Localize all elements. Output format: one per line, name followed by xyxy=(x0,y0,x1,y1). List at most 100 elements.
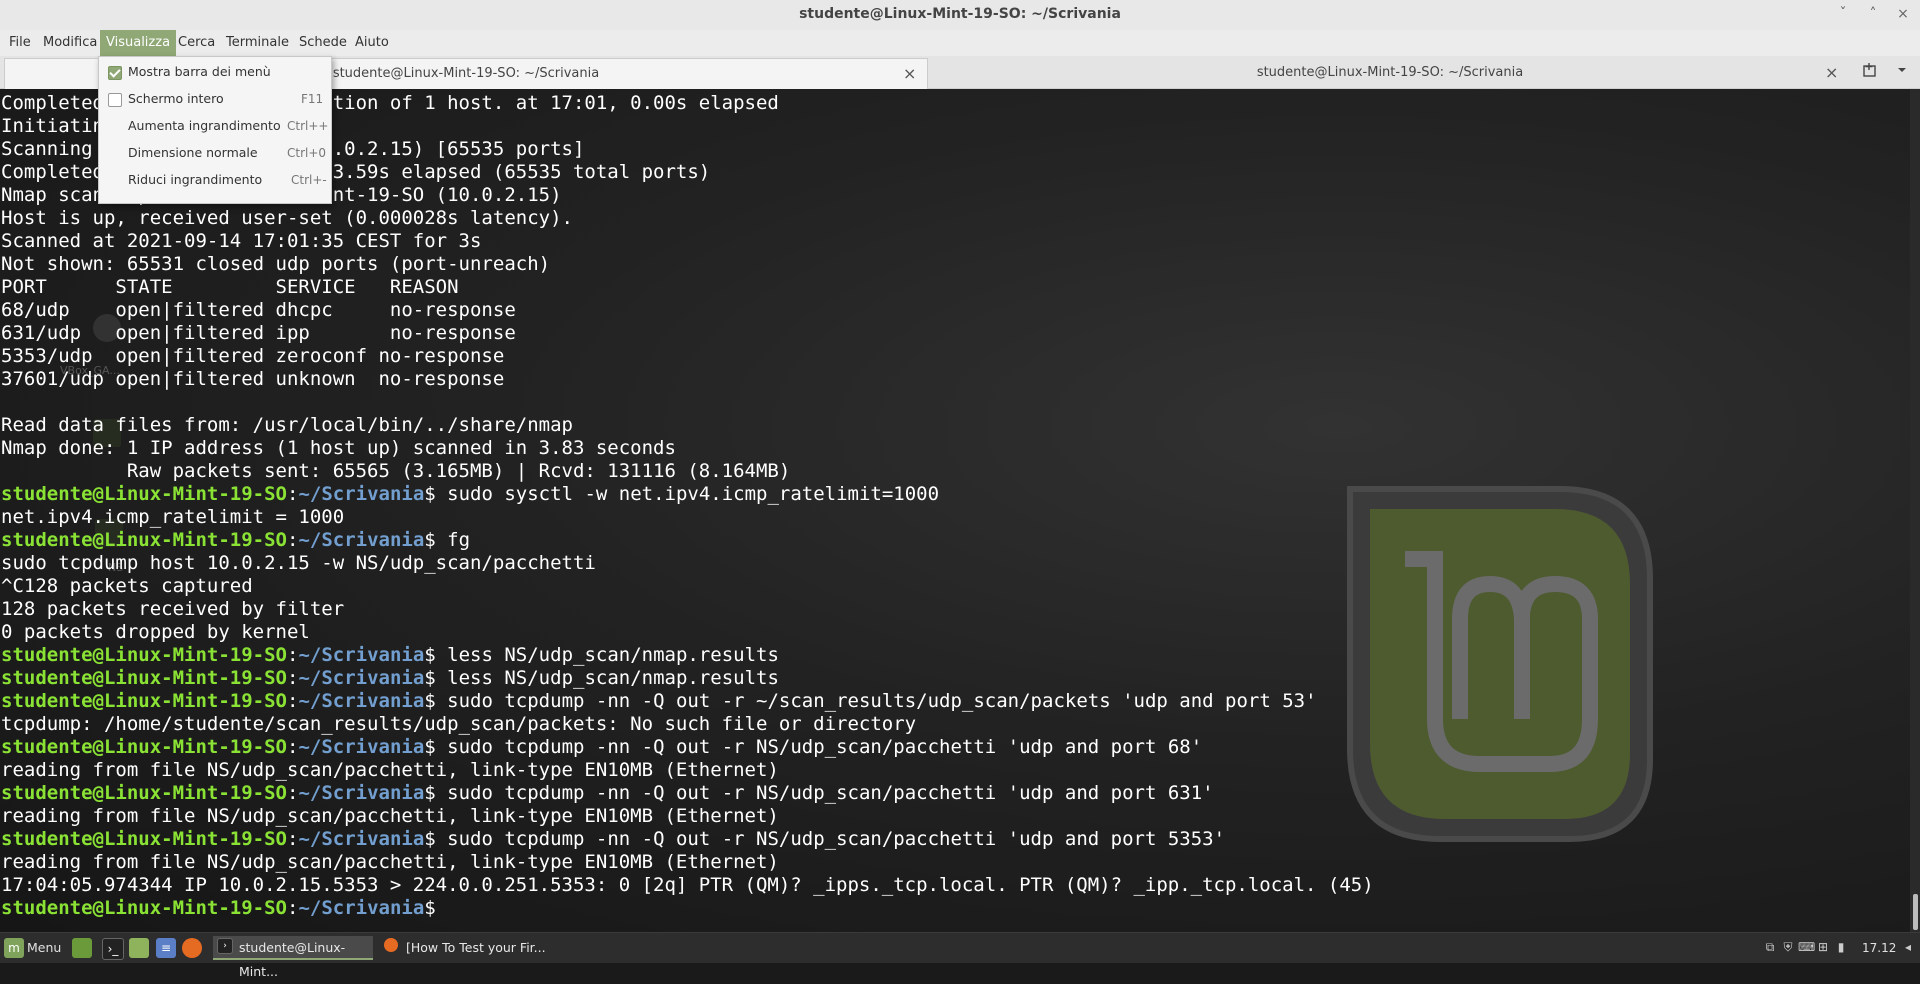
maximize-button[interactable]: ˄ xyxy=(1862,4,1884,24)
prompt-user: studente@Linux-Mint-19-SO xyxy=(1,690,287,712)
prompt-user: studente@Linux-Mint-19-SO xyxy=(1,828,287,850)
taskbar-window-label: studente@Linux-Mint... xyxy=(239,940,346,979)
prompt-path: ~/Scrivania xyxy=(298,529,425,551)
mint-menu-icon[interactable]: m xyxy=(4,938,24,958)
prompt-user: studente@Linux-Mint-19-SO xyxy=(1,782,287,804)
prompt-dollar: $ xyxy=(424,644,436,666)
menu-aiuto[interactable]: Aiuto xyxy=(349,30,395,56)
files-launcher-icon[interactable] xyxy=(129,938,149,958)
new-tab-icon[interactable] xyxy=(1862,62,1878,82)
text-editor-launcher-icon[interactable]: ≡ xyxy=(156,938,176,958)
menu-file[interactable]: File xyxy=(3,30,37,56)
taskbar-window-firefox[interactable]: [How To Test your Fir... xyxy=(380,936,550,960)
prompt-separator: : xyxy=(286,644,299,666)
prompt-user: studente@Linux-Mint-19-SO xyxy=(1,897,287,919)
output-text: 37601/udp open|filtered unknown no-respo… xyxy=(1,368,505,390)
prompt-dollar: $ xyxy=(424,529,436,551)
terminal-output-line: net.ipv4.icmp_ratelimit = 1000 xyxy=(1,506,1374,529)
clipboard-icon[interactable]: ⧉ xyxy=(1762,939,1778,955)
tab-close-button[interactable]: × xyxy=(903,59,916,89)
prompt-path: ~/Scrivania xyxy=(298,667,425,689)
tab-label: studente@Linux-Mint-19-SO: ~/Scrivania xyxy=(332,66,600,81)
menu-visualizza[interactable]: Visualizza xyxy=(100,30,177,56)
menu-item-zoom-in[interactable]: Aumenta ingrandimento Ctrl++ xyxy=(99,113,331,139)
prompt-user: studente@Linux-Mint-19-SO xyxy=(1,529,287,551)
network-icon[interactable]: ⊞ xyxy=(1815,939,1831,955)
tab-label: studente@Linux-Mint-19-SO: ~/Scrivania xyxy=(1256,65,1524,80)
terminal-output-line: reading from file NS/udp_scan/pacchetti,… xyxy=(1,759,1374,782)
terminal-output-line: 68/udp open|filtered dhcpc no-response xyxy=(1,299,1374,322)
menu-item-label: Riduci ingrandimento xyxy=(128,172,263,187)
output-text: Host is up, received user-set (0.000028s… xyxy=(1,207,573,229)
prompt-separator: : xyxy=(286,897,299,919)
terminal-output-line: 0 packets dropped by kernel xyxy=(1,621,1374,644)
menu-item-shortcut: Ctrl++ xyxy=(287,119,329,133)
menu-schede[interactable]: Schede xyxy=(293,30,353,56)
terminal-output-line: Scanned at 2021-09-14 17:01:35 CEST for … xyxy=(1,230,1374,253)
terminal-launcher-icon[interactable]: ›_ xyxy=(102,938,124,960)
prompt-dollar: $ xyxy=(424,897,436,919)
prompt-user: studente@Linux-Mint-19-SO xyxy=(1,667,287,689)
minimize-button[interactable]: ˇ xyxy=(1832,4,1854,24)
terminal-output-line: reading from file NS/udp_scan/pacchetti,… xyxy=(1,805,1374,828)
output-text: Not shown: 65531 closed udp ports (port-… xyxy=(1,253,551,275)
prompt-user: studente@Linux-Mint-19-SO xyxy=(1,736,287,758)
menu-modifica[interactable]: Modifica xyxy=(37,30,103,56)
output-text: tcpdump: /home/studente/scan_results/udp… xyxy=(1,713,917,735)
prompt-path: ~/Scrivania xyxy=(298,828,425,850)
output-text: 68/udp open|filtered dhcpc no-response xyxy=(1,299,516,321)
output-text: reading from file NS/udp_scan/pacchetti,… xyxy=(1,805,779,827)
output-text: 0 packets dropped by kernel xyxy=(1,621,310,643)
output-text: Scanned at 2021-09-14 17:01:35 CEST for … xyxy=(1,230,482,252)
terminal-output: Completed Ping Scan... resolution of 1 h… xyxy=(1,92,1374,920)
terminal-output-line: 37601/udp open|filtered unknown no-respo… xyxy=(1,368,1374,391)
menu-item-normal-size[interactable]: Dimensione normale Ctrl+0 xyxy=(99,140,331,166)
prompt-path: ~/Scrivania xyxy=(298,690,425,712)
window-titlebar: studente@Linux-Mint-19-SO: ~/Scrivania ˇ… xyxy=(0,0,1920,30)
prompt-path: ~/Scrivania xyxy=(298,644,425,666)
firefox-icon xyxy=(384,938,398,952)
menu-item-show-menubar[interactable]: Mostra barra dei menù xyxy=(99,59,331,85)
terminal-output-line: 17:04:05.974344 IP 10.0.2.15.5353 > 224.… xyxy=(1,874,1374,897)
menu-item-zoom-out[interactable]: Riduci ingrandimento Ctrl+- xyxy=(99,167,331,193)
menu-item-shortcut: Ctrl+- xyxy=(291,173,327,187)
notification-icon[interactable]: ▮ xyxy=(1833,939,1849,955)
menu-item-label: Mostra barra dei menù xyxy=(128,64,271,79)
command-text: sudo tcpdump -nn -Q out -r ~/scan_result… xyxy=(435,690,1317,712)
volume-icon[interactable]: ◂ xyxy=(1900,939,1916,955)
output-text: reading from file NS/udp_scan/pacchetti,… xyxy=(1,851,779,873)
update-manager-icon[interactable]: ⛨ xyxy=(1780,939,1796,955)
prompt-path: ~/Scrivania xyxy=(298,483,425,505)
terminal-output-line: 631/udp open|filtered ipp no-response xyxy=(1,322,1374,345)
terminal-area[interactable]: VBox_GA... NS Completed Ping Scan... res… xyxy=(0,89,1910,932)
checkbox-icon[interactable] xyxy=(108,93,122,107)
terminal-scrollbar[interactable] xyxy=(1910,89,1920,932)
terminal-output-line: Not shown: 65531 closed udp ports (port-… xyxy=(1,253,1374,276)
clock[interactable]: 17.12 xyxy=(1862,936,1896,960)
scrollbar-thumb[interactable] xyxy=(1913,894,1918,930)
checkbox-checked-icon[interactable] xyxy=(108,66,122,80)
menu-item-shortcut: F11 xyxy=(301,92,324,106)
window-title: studente@Linux-Mint-19-SO: ~/Scrivania xyxy=(799,6,1121,22)
chevron-down-icon[interactable] xyxy=(1896,62,1908,80)
menu-cerca[interactable]: Cerca xyxy=(172,30,221,56)
tab-terminal-2[interactable]: studente@Linux-Mint-19-SO: ~/Scrivania × xyxy=(930,58,1850,88)
close-window-button[interactable]: × xyxy=(1892,4,1914,24)
output-text: PORT STATE SERVICE REASON xyxy=(1,276,459,298)
show-desktop-icon[interactable] xyxy=(72,938,92,958)
menu-button[interactable]: Menu xyxy=(27,936,61,960)
firefox-launcher-icon[interactable] xyxy=(182,938,202,958)
prompt-separator: : xyxy=(286,690,299,712)
keyboard-icon[interactable]: ⌨ xyxy=(1798,939,1815,955)
taskbar-window-label: [How To Test your Fir... xyxy=(406,940,546,955)
terminal-command-line: studente@Linux-Mint-19-SO:~/Scrivania$ l… xyxy=(1,644,1374,667)
menu-item-fullscreen[interactable]: Schermo intero F11 xyxy=(99,86,331,112)
output-text: Read data files from: /usr/local/bin/../… xyxy=(1,414,573,436)
terminal-command-line: studente@Linux-Mint-19-SO:~/Scrivania$ xyxy=(1,897,1374,920)
prompt-dollar: $ xyxy=(424,690,436,712)
menu-terminale[interactable]: Terminale xyxy=(220,30,295,56)
taskbar-window-terminal[interactable]: › studente@Linux-Mint... xyxy=(213,936,373,979)
terminal-output-line: sudo tcpdump host 10.0.2.15 -w NS/udp_sc… xyxy=(1,552,1374,575)
tab-close-button[interactable]: × xyxy=(1825,58,1838,88)
prompt-dollar: $ xyxy=(424,828,436,850)
